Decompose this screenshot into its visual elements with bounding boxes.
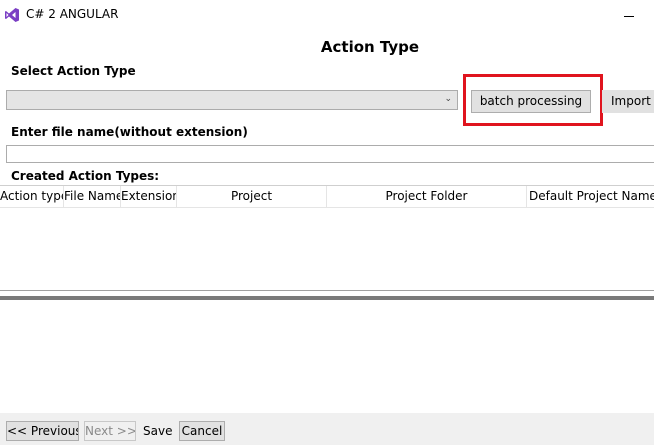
select-action-type-label: Select Action Type <box>11 64 136 78</box>
previous-button[interactable]: << Previous <box>6 421 79 441</box>
highlight-box <box>463 74 603 126</box>
page-title: Action Type <box>320 38 420 56</box>
created-action-types-label: Created Action Types: <box>11 169 160 183</box>
file-name-label: Enter file name(without extension) <box>11 125 248 139</box>
column-header-action-type[interactable]: Action type <box>0 186 64 207</box>
column-header-file-name[interactable]: File Name <box>64 186 121 207</box>
import-button[interactable]: Import c <box>602 90 654 113</box>
window-title: C# 2 ANGULAR <box>26 7 119 21</box>
grid-header: Action type File Name Extension Project … <box>0 186 654 208</box>
splitter[interactable] <box>0 296 654 300</box>
column-header-project[interactable]: Project <box>177 186 327 207</box>
chevron-down-icon: ⌄ <box>444 94 452 104</box>
action-type-select[interactable]: ⌄ <box>6 90 458 110</box>
column-header-project-folder[interactable]: Project Folder <box>327 186 527 207</box>
file-name-input[interactable] <box>6 145 654 163</box>
cancel-button[interactable]: Cancel <box>179 421 225 441</box>
action-types-grid[interactable]: Action type File Name Extension Project … <box>0 185 654 291</box>
save-button[interactable]: Save <box>143 424 172 438</box>
minimize-button[interactable] <box>620 8 640 24</box>
next-button[interactable]: Next >> <box>84 421 136 441</box>
wizard-footer: << Previous Next >> Save Cancel <box>0 413 654 445</box>
column-header-extension[interactable]: Extension <box>121 186 177 207</box>
visual-studio-icon <box>5 8 19 22</box>
title-bar: C# 2 ANGULAR <box>0 0 654 30</box>
column-header-default-project-namespace[interactable]: Default Project NameSp <box>527 186 654 207</box>
